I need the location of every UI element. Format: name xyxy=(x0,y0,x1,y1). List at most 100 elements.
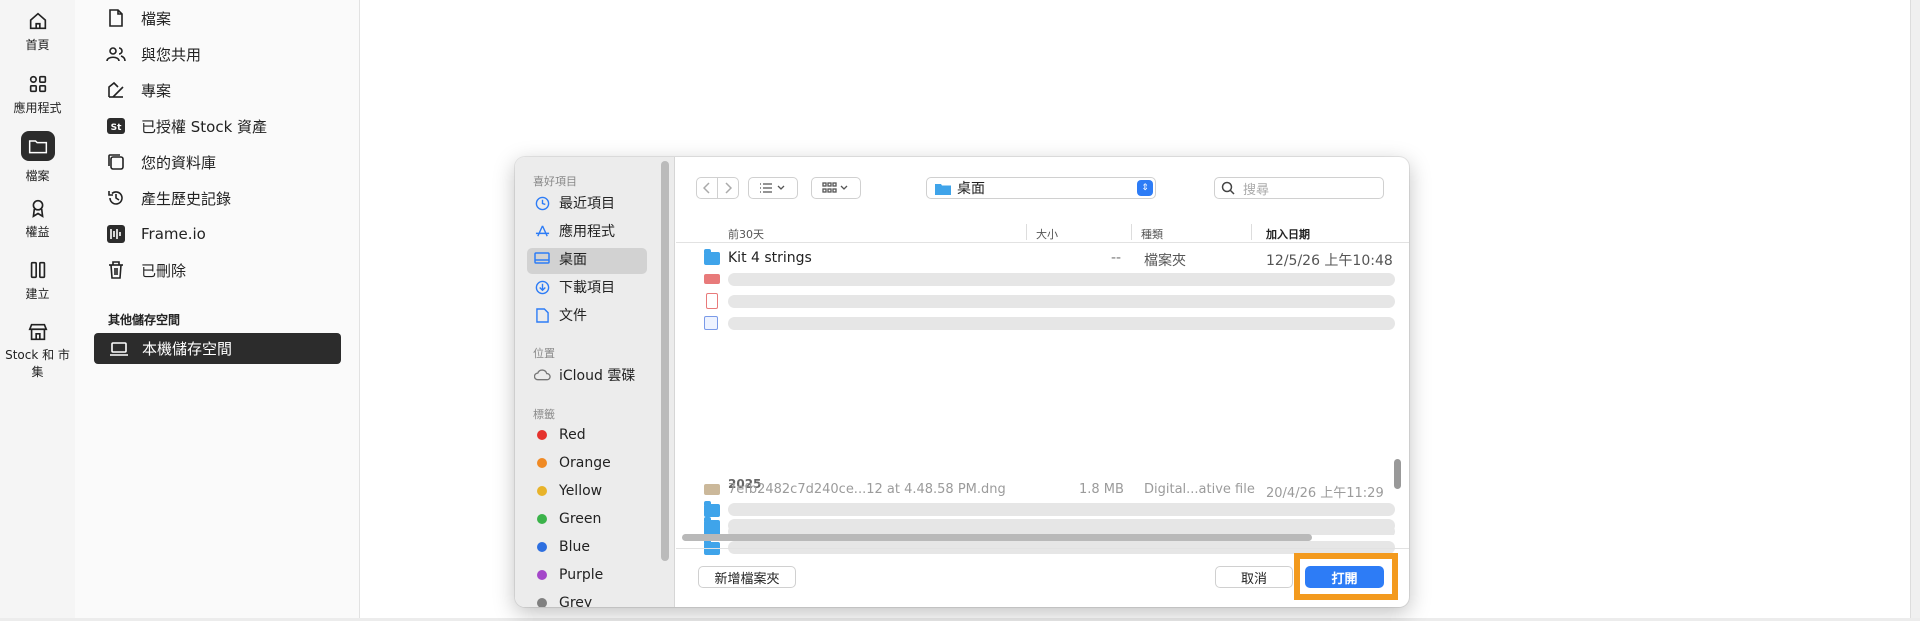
rail-item-create[interactable]: 建立 xyxy=(0,259,75,302)
file-row[interactable] xyxy=(676,269,1409,291)
page-scrollbar[interactable] xyxy=(1910,0,1920,621)
list-view-button[interactable] xyxy=(748,177,798,199)
new-folder-button[interactable]: 新增檔案夾 xyxy=(698,566,796,588)
apps-icon xyxy=(533,222,551,240)
trash-icon xyxy=(105,259,127,281)
library-icon xyxy=(105,151,127,173)
tag-red[interactable]: Red xyxy=(533,423,586,447)
nav-item-deleted[interactable]: 已刪除 xyxy=(105,255,186,285)
location-select[interactable]: 桌面 ⇕ xyxy=(926,177,1156,199)
file-list-horizontal-scrollbar[interactable] xyxy=(682,534,1312,541)
cancel-button[interactable]: 取消 xyxy=(1215,566,1293,588)
nav-item-shared[interactable]: 與您共用 xyxy=(105,39,201,69)
nav-item-projects[interactable]: 專案 xyxy=(105,75,171,105)
chevron-left-icon xyxy=(703,182,710,194)
rail-item-benefits[interactable]: 權益 xyxy=(0,197,75,240)
shared-icon xyxy=(105,43,127,65)
nav-label-deleted: 已刪除 xyxy=(141,261,187,280)
file-row[interactable] xyxy=(676,291,1409,313)
sidebar-item-recents[interactable]: 最近項目 xyxy=(533,191,615,215)
sidebar-item-documents[interactable]: 文件 xyxy=(533,303,587,327)
column-divider xyxy=(1026,224,1027,240)
nav-label-library: 您的資料庫 xyxy=(141,153,217,172)
sidebar-item-downloads[interactable]: 下載項目 xyxy=(533,275,615,299)
sidebar-item-applications[interactable]: 應用程式 xyxy=(533,219,615,243)
tag-grey-dot xyxy=(537,598,547,607)
dialog-toolbar: 桌面 ⇕ 搜尋 xyxy=(676,157,1409,215)
column-name[interactable]: 前30天 xyxy=(728,226,764,242)
tag-yellow[interactable]: Yellow xyxy=(533,479,602,503)
tag-blue[interactable]: Blue xyxy=(533,535,590,559)
open-button-highlight xyxy=(1294,553,1398,600)
redacted-row xyxy=(728,273,1395,286)
tags-header: 標籤 xyxy=(533,408,555,421)
sidebar-label-applications: 應用程式 xyxy=(559,224,615,240)
file-size: 1.8 MB xyxy=(1079,482,1124,497)
rail-item-apps[interactable]: 應用程式 xyxy=(0,73,75,116)
nav-label-shared: 與您共用 xyxy=(141,45,202,64)
sidebar-label-documents: 文件 xyxy=(559,308,587,324)
column-date-added[interactable]: 加入日期 xyxy=(1266,226,1310,242)
tag-purple[interactable]: Purple xyxy=(533,563,603,587)
clock-icon xyxy=(533,194,551,212)
nav-item-files[interactable]: 檔案 xyxy=(105,3,171,33)
nav-item-frameio[interactable]: Frame.io xyxy=(105,219,206,249)
rail-active-indicator xyxy=(20,131,55,161)
rail-item-stock[interactable]: Stock 和 市集 xyxy=(0,321,75,381)
create-icon xyxy=(30,261,45,279)
column-divider xyxy=(1251,224,1252,240)
nav-item-history[interactable]: 產生歷史記錄 xyxy=(105,183,231,213)
column-size[interactable]: 大小 xyxy=(1036,226,1058,242)
project-icon xyxy=(105,79,127,101)
grid-view-button[interactable] xyxy=(811,177,861,199)
desktop-icon xyxy=(533,250,551,268)
file-row[interactable]: Kit 4 strings -- 檔案夾 12/5/26 上午10:48 xyxy=(676,247,1409,269)
file-list-vertical-scrollbar[interactable] xyxy=(1394,459,1401,489)
file-open-dialog: 喜好項目 最近項目 應用程式 桌面 下載項目 文件 位置 iCloud 雲碟 標… xyxy=(515,157,1409,607)
cloud-icon xyxy=(533,366,551,384)
column-kind[interactable]: 種類 xyxy=(1141,226,1163,242)
tag-green[interactable]: Green xyxy=(533,507,601,531)
svg-text:St: St xyxy=(111,123,122,133)
nav-label-history: 產生歷史記錄 xyxy=(141,189,232,208)
sidebar-label-icloud: iCloud 雲碟 xyxy=(559,368,636,384)
tag-red-dot xyxy=(537,430,547,440)
nav-item-library[interactable]: 您的資料庫 xyxy=(105,147,216,177)
search-field[interactable]: 搜尋 xyxy=(1214,177,1384,199)
file-row[interactable]: 7efb2482c7d240ce...12 at 4.48.58 PM.dng … xyxy=(676,479,1409,501)
nav-item-stock-assets[interactable]: St 已授權 Stock 資產 xyxy=(105,111,267,141)
back-button[interactable] xyxy=(696,177,718,199)
stepper-icon: ⇕ xyxy=(1137,180,1153,196)
tag-grey[interactable]: Grey xyxy=(533,591,592,607)
footer-divider xyxy=(676,548,1409,549)
sidebar-scrollbar[interactable] xyxy=(661,161,669,561)
redacted-row xyxy=(728,317,1395,330)
location-select-value: 桌面 xyxy=(957,181,985,197)
sidebar-label-desktop: 桌面 xyxy=(559,252,587,268)
tag-green-dot xyxy=(537,514,547,524)
nav-label-projects: 專案 xyxy=(141,81,172,100)
tag-orange[interactable]: Orange xyxy=(533,451,611,475)
home-icon xyxy=(29,12,46,30)
file-date: 12/5/26 上午10:48 xyxy=(1266,253,1393,269)
rail-item-home[interactable]: 首頁 xyxy=(0,10,75,53)
rail-item-files[interactable]: 檔案 xyxy=(0,131,75,184)
redacted-row xyxy=(728,295,1395,308)
file-row[interactable] xyxy=(676,313,1409,335)
pdf-file-icon xyxy=(706,293,718,309)
tag-orange-dot xyxy=(537,458,547,468)
image-file-icon xyxy=(704,484,720,495)
nav-item-local-storage[interactable]: 本機儲存空間 xyxy=(94,333,341,364)
folder-icon xyxy=(935,183,951,195)
sidebar-item-icloud[interactable]: iCloud 雲碟 xyxy=(533,363,635,387)
tag-label-grey: Grey xyxy=(559,595,593,607)
file-kind: 檔案夾 xyxy=(1144,253,1186,269)
dialog-sidebar: 喜好項目 最近項目 應用程式 桌面 下載項目 文件 位置 iCloud 雲碟 標… xyxy=(515,157,675,607)
column-header-row: 前30天 大小 種類 加入日期 xyxy=(676,221,1409,243)
forward-button[interactable] xyxy=(717,177,739,199)
download-icon xyxy=(533,278,551,296)
file-icon xyxy=(704,316,718,330)
file-size: -- xyxy=(1111,250,1122,266)
image-file-icon xyxy=(704,274,720,284)
sidebar-item-desktop[interactable]: 桌面 xyxy=(533,247,587,271)
